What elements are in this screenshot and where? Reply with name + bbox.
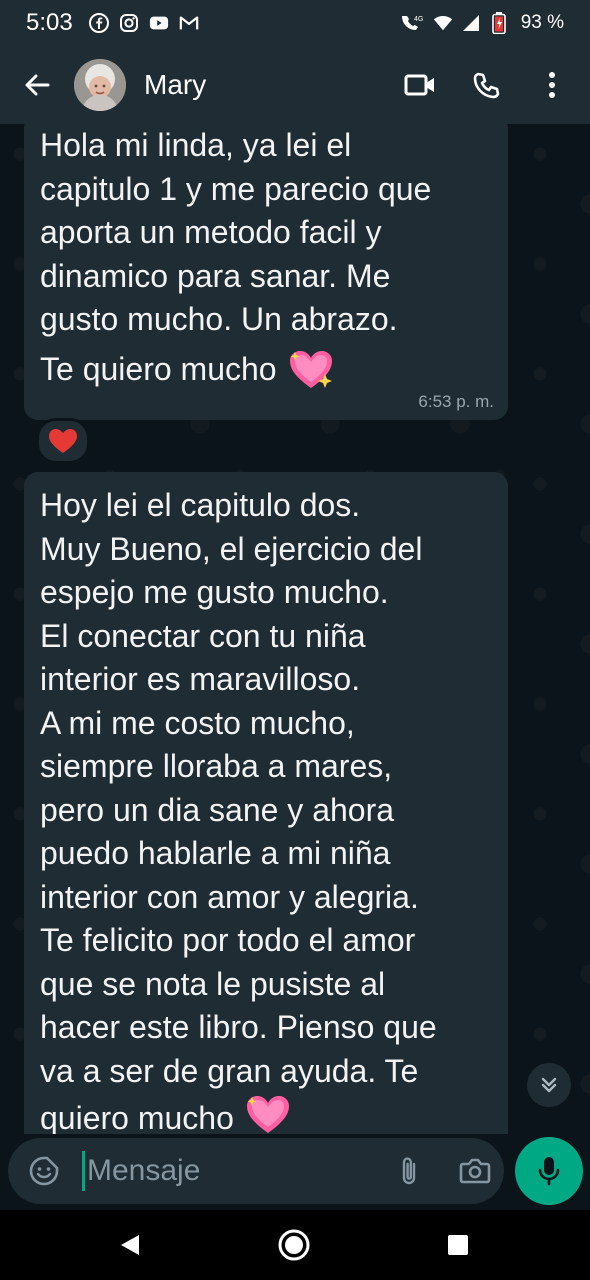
message-timestamp: 6:53 p. m. [418,392,494,411]
back-button[interactable] [20,68,54,102]
message-input-container [8,1138,504,1204]
back-arrow-icon [25,74,50,96]
sticker-button[interactable] [24,1151,64,1191]
battery-icon [489,12,509,34]
sticker-icon [29,1156,59,1186]
nav-back-icon [121,1235,139,1255]
message-input[interactable] [85,1154,377,1188]
system-navigation-bar [0,1210,590,1280]
message-line: Te quiero mucho [40,350,277,387]
message-bubble[interactable]: Hola mi linda, ya lei el capitulo 1 y me… [24,124,508,420]
nav-recents-button[interactable] [440,1227,476,1263]
wifi-icon [433,13,453,33]
phone-icon [473,72,500,99]
more-options-icon [549,72,555,98]
voice-call-button[interactable] [466,65,506,105]
red-heart-icon [49,429,77,453]
paperclip-icon [402,1157,416,1185]
wifi-call-icon: 4G [399,13,425,33]
message-line: Hola mi linda, ya lei el [40,127,352,163]
nav-back-button[interactable] [112,1227,148,1263]
sparkling-heart-icon [246,1096,289,1133]
status-time: 5:03 [26,9,73,36]
nav-home-button[interactable] [276,1227,312,1263]
message-bubble[interactable]: Hoy lei el capitulo dos. Muy Bueno, el e… [24,472,508,1134]
video-call-button[interactable] [400,65,440,105]
message-line: aporta un metodo facil y [40,214,382,250]
header-actions [374,65,572,105]
video-call-icon [404,74,434,96]
nav-home-icon [278,1229,310,1261]
attach-button[interactable] [389,1151,429,1191]
message-line: gusto mucho. Un abrazo. [40,301,398,337]
gmail-icon [179,13,199,33]
message-list[interactable]: Hola mi linda, ya lei el capitulo 1 y me… [0,124,590,1134]
scroll-to-bottom-button[interactable] [527,1063,571,1107]
youtube-icon [149,13,169,33]
message-line: dinamico para sanar. Me [40,257,391,294]
status-bar: 5:03 4G 93 % [0,0,590,46]
signal-icon [461,13,481,33]
sparkling-heart-icon [289,350,332,388]
message-text: Hola mi linda, ya lei el capitulo 1 y me… [40,124,494,392]
composer [0,1134,590,1210]
contact-name[interactable]: Mary [144,69,206,101]
message-last-line: Te quiero mucho [40,348,494,392]
system-status-icons: 4G 93 % [399,12,564,34]
more-options-button[interactable] [532,65,572,105]
battery-percent: 93 % [520,12,564,33]
facebook-icon [88,13,109,33]
camera-button[interactable] [455,1151,495,1191]
message-body: Hoy lei el capitulo dos. Muy Bueno, el e… [40,487,437,1134]
message-text: Hoy lei el capitulo dos. Muy Bueno, el e… [40,484,494,1134]
message-reaction[interactable] [36,418,90,464]
chat-header: Mary [0,46,590,124]
notification-icons [88,13,199,33]
double-chevron-down-icon [541,1077,557,1093]
nav-recents-icon [448,1235,468,1255]
microphone-icon [538,1157,560,1186]
instagram-icon [119,13,139,33]
network-label: 4G [414,16,423,23]
camera-icon [459,1158,491,1184]
voice-message-button[interactable] [515,1137,583,1205]
avatar[interactable] [74,59,126,111]
message-line: capitulo 1 y me parecio que [40,170,432,207]
